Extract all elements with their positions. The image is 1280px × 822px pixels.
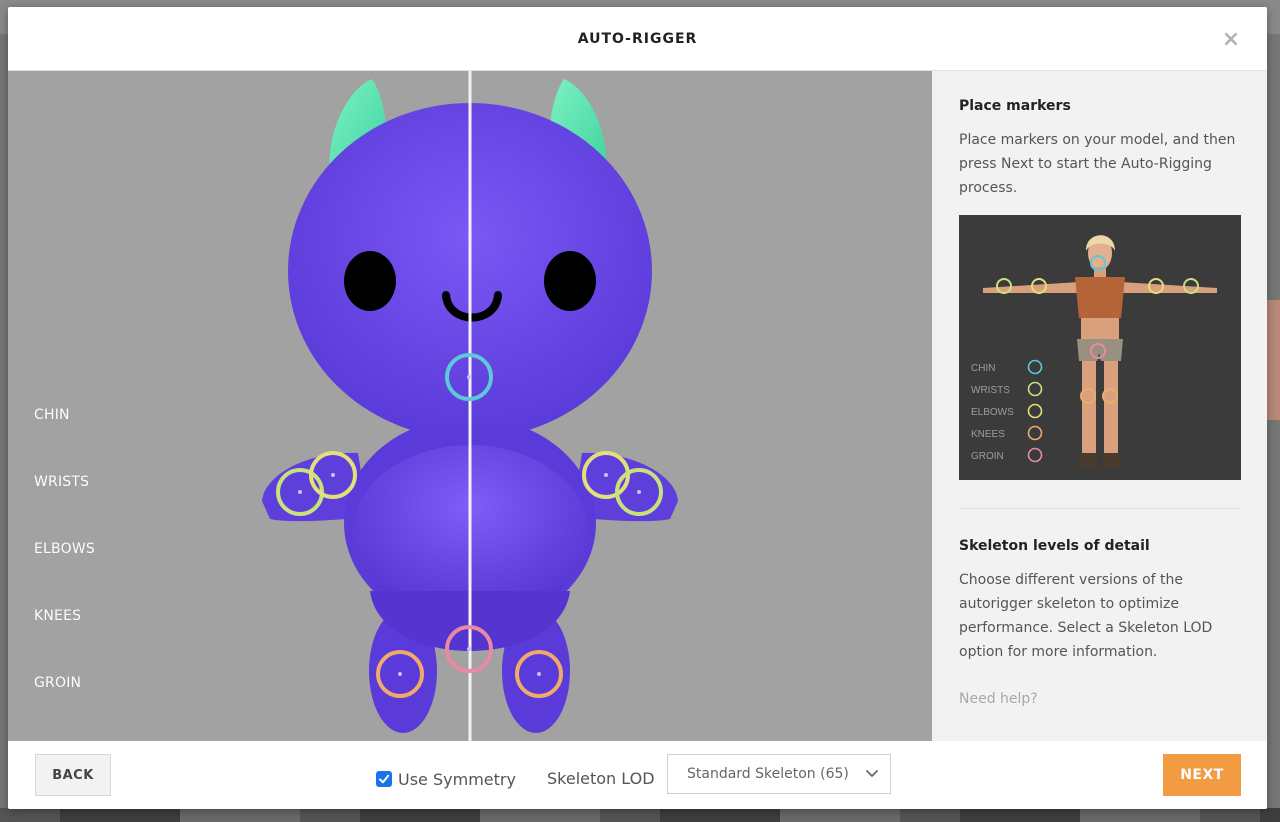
left-eye [344, 251, 396, 311]
symmetry-label: Use Symmetry [398, 769, 516, 789]
dialog-header: AUTO-RIGGER × [8, 7, 1267, 71]
model-canvas[interactable] [8, 71, 932, 741]
check-icon [379, 774, 390, 784]
legend-elbows: ELBOWS [34, 541, 95, 557]
back-button[interactable]: BACK [35, 754, 111, 796]
legend-chin: CHIN [34, 407, 70, 423]
ref-legend-wrists: WRISTS [971, 385, 1010, 396]
use-symmetry-toggle[interactable]: Use Symmetry [376, 768, 516, 790]
background-edge [1266, 300, 1280, 420]
dialog-title: AUTO-RIGGER [577, 31, 698, 47]
legend-knees: KNEES [34, 608, 82, 624]
legend-wrists: WRISTS [34, 474, 90, 490]
model-viewport[interactable]: CHIN WRISTS ELBOWS KNEES GROIN [8, 71, 932, 741]
place-markers-text: Place markers on your model, and then pr… [959, 132, 1236, 196]
right-eye [544, 251, 596, 311]
help-sidebar: Place markers Place markers on your mode… [932, 71, 1267, 741]
ref-legend-elbows: ELBOWS [971, 407, 1014, 418]
ref-legend-groin: GROIN [971, 451, 1004, 462]
skeleton-lod-value: Standard Skeleton (65) [687, 766, 849, 782]
background-strip [0, 808, 1280, 822]
lod-text: Choose different versions of the autorig… [959, 572, 1213, 660]
next-button[interactable]: NEXT [1163, 754, 1241, 796]
skeleton-lod-section: Skeleton levels of detail Choose differe… [959, 538, 1241, 664]
need-help-link[interactable]: Need help? [959, 691, 1038, 707]
ref-legend-chin: CHIN [971, 363, 995, 374]
lod-title: Skeleton levels of detail [959, 538, 1150, 554]
symmetry-checkbox[interactable] [376, 771, 392, 787]
auto-rigger-dialog: AUTO-RIGGER × CHIN WRISTS ELBOWS KNEES G… [8, 7, 1267, 809]
place-markers-section: Place markers Place markers on your mode… [959, 98, 1241, 200]
skeleton-lod-label: Skeleton LOD [547, 769, 655, 788]
reference-image: CHIN WRISTS ELBOWS KNEES GROIN [959, 215, 1241, 480]
chevron-down-icon [866, 770, 878, 777]
place-markers-title: Place markers [959, 98, 1071, 114]
reference-figure: CHIN WRISTS ELBOWS KNEES GROIN [971, 235, 1217, 467]
legend-groin: GROIN [34, 675, 82, 691]
close-icon[interactable]: × [1217, 25, 1245, 53]
sidebar-divider [959, 508, 1241, 509]
skeleton-lod-select[interactable]: Standard Skeleton (65) [667, 754, 891, 794]
dialog-footer: BACK Use Symmetry Skeleton LOD Standard … [8, 741, 1267, 809]
ref-legend-knees: KNEES [971, 429, 1005, 440]
